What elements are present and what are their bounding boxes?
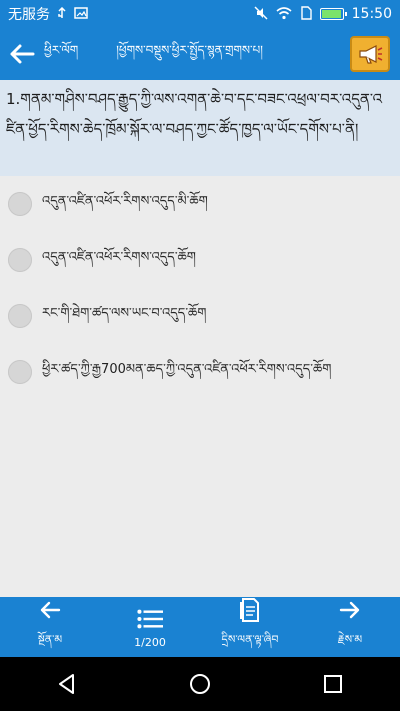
usb-icon — [56, 6, 68, 21]
arrow-left-icon — [10, 44, 35, 64]
circle-home-icon — [189, 674, 210, 694]
page-title: །ཕྱོགས་བསྡུས་ཕྱིར་སྤྱོད་སྙན་གྲགས་པ། — [116, 43, 263, 57]
option-label: ཕྱིར་ཚད་ཀྱི་རྒྱ700མན་ཆད་ཀྱི་འདུན་འཛིན་འཕ… — [42, 361, 332, 377]
option-label: རང་གི་ཐེག་ཚད་ལས་ཡང་བ་འདུད་ཆོག — [42, 305, 207, 321]
radio-button[interactable] — [8, 360, 32, 384]
system-nav-bar — [0, 657, 400, 711]
next-button[interactable]: རྗེས་མ — [300, 597, 400, 657]
answer-options: འདུན་འཛིན་འཕོར་རིགས་འདུད་མི་ཆོག འདུན་འཛི… — [0, 176, 400, 400]
radio-button[interactable] — [8, 192, 32, 216]
arrow-left-icon — [37, 597, 63, 623]
mute-icon — [254, 6, 268, 22]
megaphone-icon — [359, 45, 383, 64]
image-icon — [74, 7, 88, 21]
answer-option-3[interactable]: རང་གི་ཐེག་ཚད་ལས་ཡང་བ་འདུད་ཆོག — [0, 288, 400, 344]
status-bar: 无服务 15:50 — [0, 0, 400, 28]
radio-button[interactable] — [8, 248, 32, 272]
nav-home-button[interactable] — [170, 657, 230, 711]
answer-check-label: དྲིས་ལན་ལྟ་ཞིབ — [221, 632, 279, 646]
radio-button[interactable] — [8, 304, 32, 328]
arrow-right-icon — [337, 597, 363, 623]
wifi-icon — [276, 6, 292, 22]
square-recents-icon — [324, 675, 343, 693]
app-bar: ཕྱིར་ལོག །ཕྱོགས་བསྡུས་ཕྱིར་སྤྱོད་སྙན་གྲག… — [0, 28, 400, 80]
nav-recents-button[interactable] — [303, 657, 363, 711]
previous-label: སྔོན་མ — [37, 632, 63, 646]
answer-option-2[interactable]: འདུན་འཛིན་འཕོར་རིགས་འདུད་ཆོག — [0, 232, 400, 288]
answer-option-4[interactable]: ཕྱིར་ཚད་ཀྱི་རྒྱ700མན་ཆད་ཀྱི་འདུན་འཛིན་འཕ… — [0, 344, 400, 400]
answer-check-button[interactable]: དྲིས་ལན་ལྟ་ཞིབ — [200, 597, 300, 657]
back-button[interactable] — [0, 28, 44, 80]
previous-button[interactable]: སྔོན་མ — [0, 597, 100, 657]
answer-option-1[interactable]: འདུན་འཛིན་འཕོར་རིགས་འདུད་མི་ཆོག — [0, 176, 400, 232]
carrier-text: 无服务 — [8, 7, 50, 23]
document-icon — [237, 597, 263, 623]
battery-icon — [319, 8, 347, 20]
question-text: 1.གནམ་གཤིས་བཤད་རྒྱུད་ཀྱི་ལས་འགན་ཆེ་བ་དང་… — [0, 80, 400, 176]
question-list-button[interactable]: 1/200 — [100, 597, 200, 657]
speaker-button[interactable] — [350, 36, 390, 72]
next-label: རྗེས་མ — [337, 632, 363, 646]
back-label[interactable]: ཕྱིར་ལོག — [44, 37, 78, 71]
option-label: འདུན་འཛིན་འཕོར་རིགས་འདུད་མི་ཆོག — [42, 193, 208, 209]
clock-text: 15:50 — [351, 6, 392, 22]
bottom-toolbar: སྔོན་མ 1/200 དྲིས་ལན་ལྟ་ཞིབ རྗེས་མ — [0, 597, 400, 657]
progress-counter: 1/200 — [134, 635, 166, 649]
sim-icon — [300, 6, 312, 22]
option-label: འདུན་འཛིན་འཕོར་རིགས་འདུད་ཆོག — [42, 249, 196, 265]
nav-back-button[interactable] — [37, 657, 97, 711]
list-icon — [137, 606, 163, 632]
triangle-back-icon — [58, 674, 74, 694]
